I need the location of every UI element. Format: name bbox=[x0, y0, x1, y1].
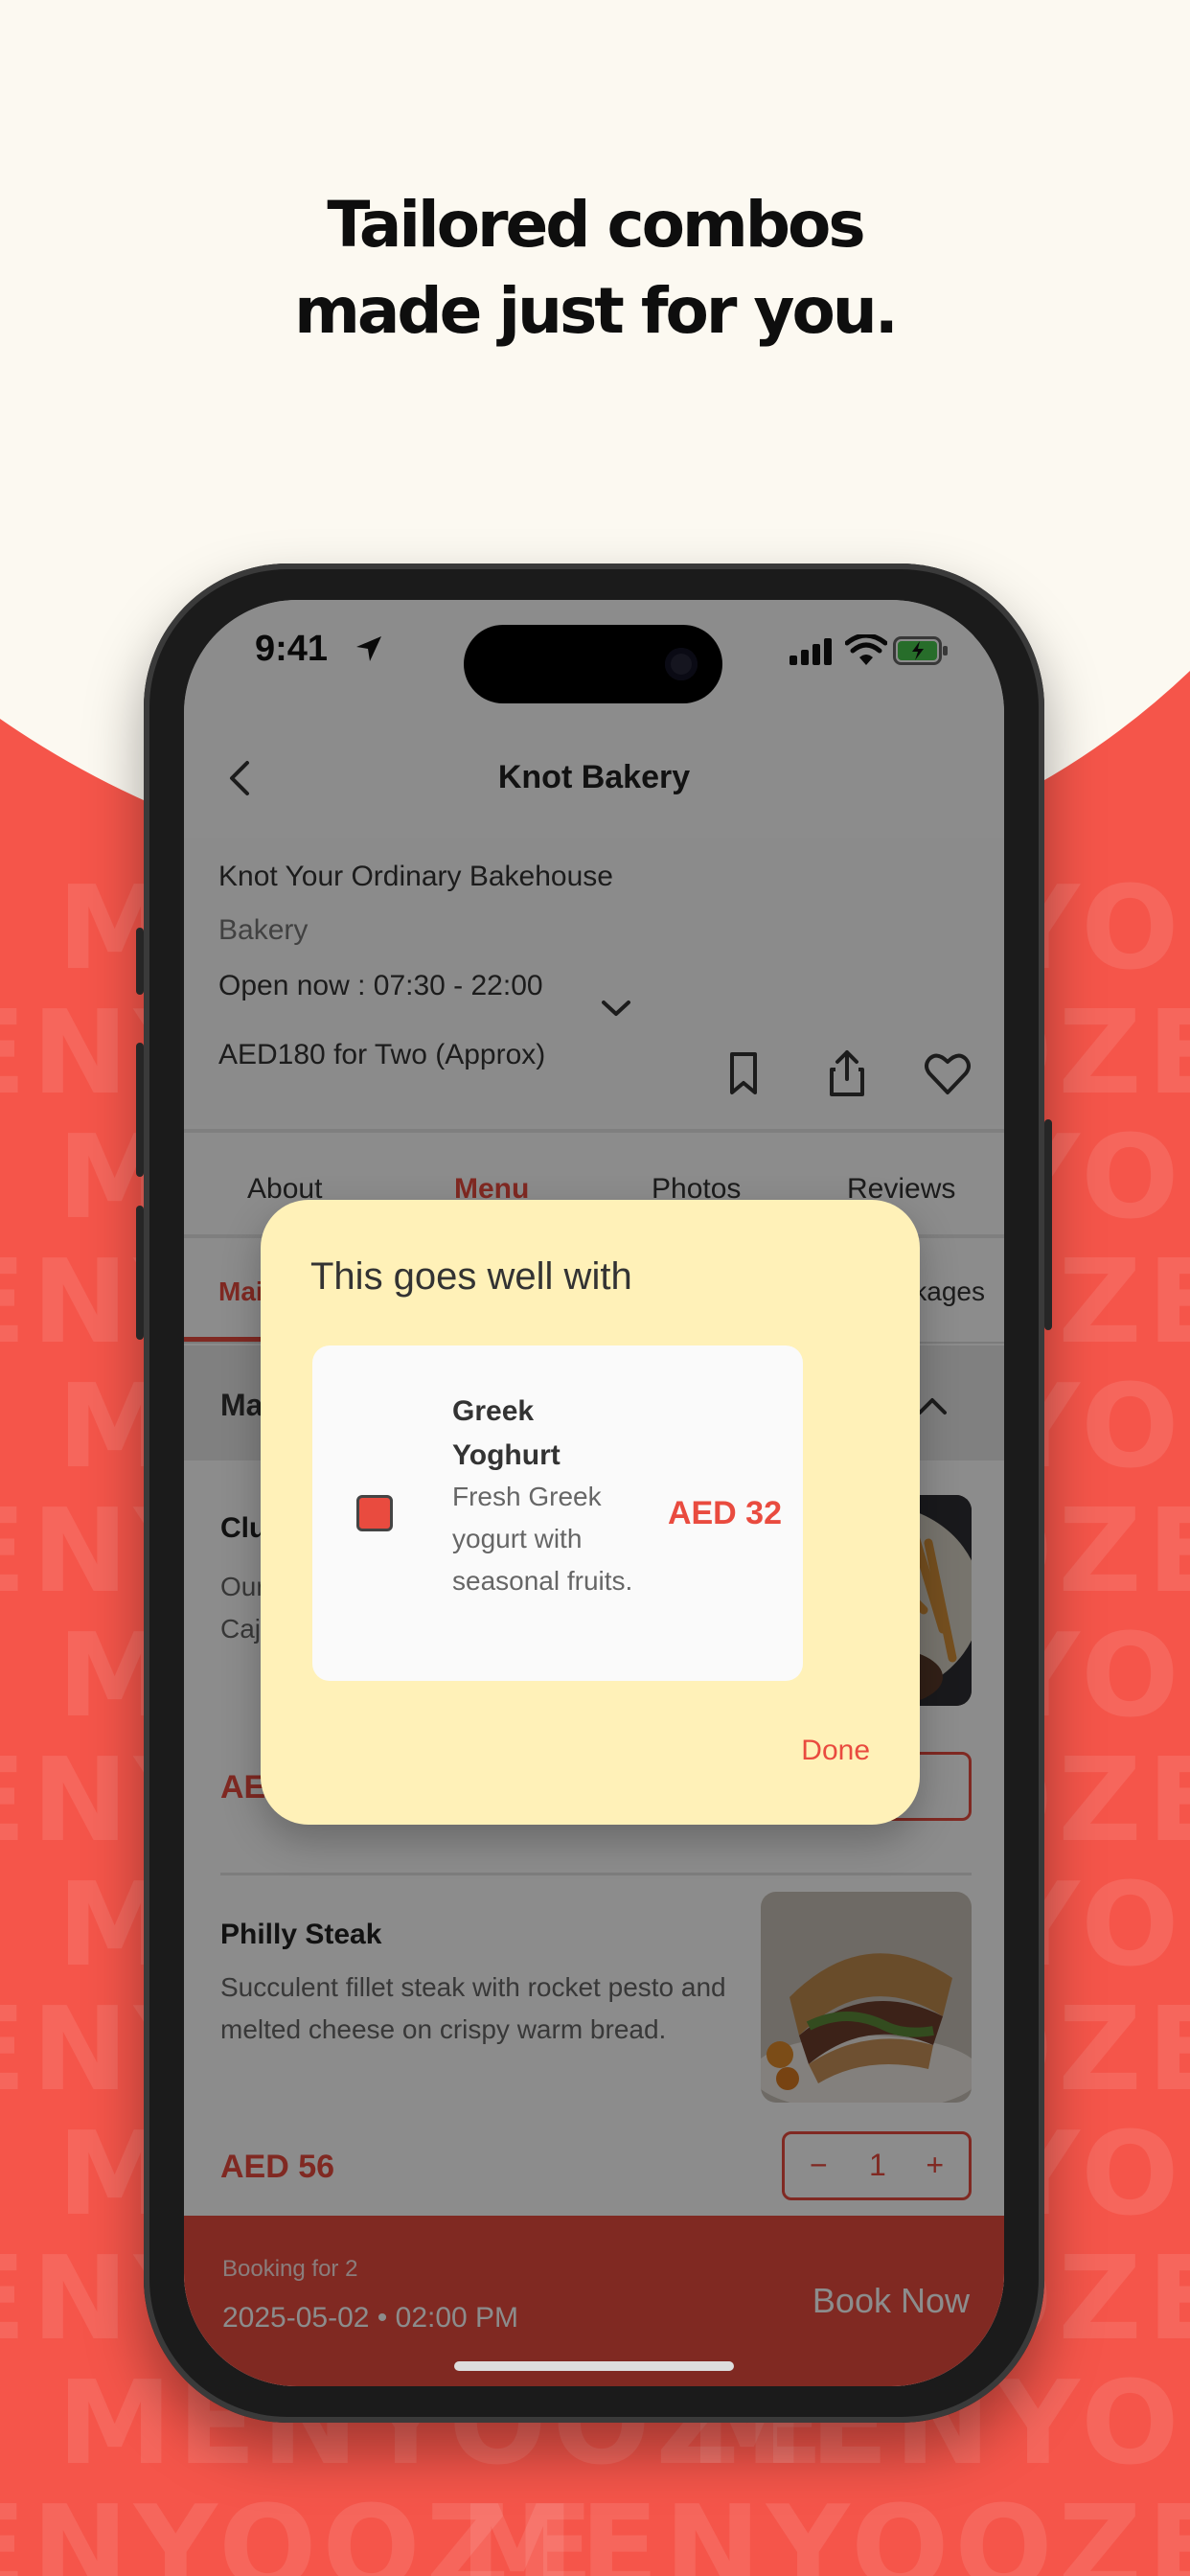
headline: Tailored combos made just for you. bbox=[0, 182, 1190, 355]
pairing-item-description: Fresh Greek yogurt with seasonal fruits. bbox=[452, 1482, 633, 1596]
headline-line-1: Tailored combos bbox=[327, 188, 865, 262]
mute-switch bbox=[136, 928, 144, 995]
selection-checkbox[interactable] bbox=[356, 1495, 393, 1531]
headline-line-2: made just for you. bbox=[294, 274, 899, 348]
pairing-item-price: AED 32 bbox=[667, 1495, 782, 1531]
pairing-item-name: Greek Yoghurt bbox=[452, 1395, 561, 1471]
home-indicator bbox=[454, 2361, 734, 2371]
popup-title: This goes well with bbox=[310, 1255, 632, 1298]
pairing-item-card[interactable]: Greek Yoghurt Fresh Greek yogurt with se… bbox=[312, 1346, 803, 1681]
done-button[interactable]: Done bbox=[801, 1735, 870, 1767]
volume-down-button bbox=[136, 1206, 144, 1340]
pairing-popup: This goes well with Greek Yoghurt Fresh … bbox=[261, 1200, 920, 1825]
camera-icon bbox=[665, 648, 698, 680]
power-button bbox=[1044, 1119, 1052, 1330]
dynamic-island bbox=[464, 625, 722, 703]
volume-up-button bbox=[136, 1043, 144, 1177]
